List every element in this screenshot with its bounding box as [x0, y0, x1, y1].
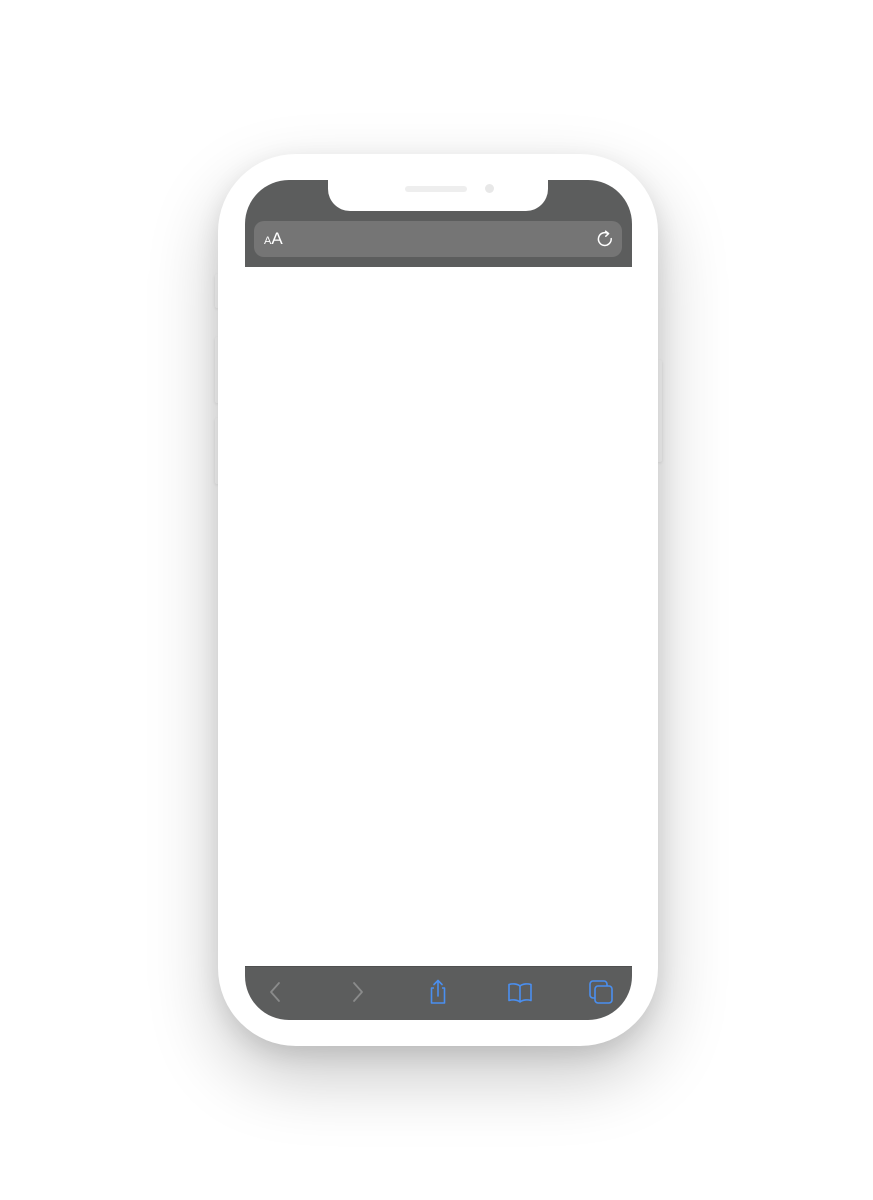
notch [328, 180, 548, 211]
share-icon[interactable] [423, 977, 453, 1007]
reload-icon[interactable] [596, 230, 614, 248]
browser-top-bar: AA [245, 180, 632, 267]
tabs-icon[interactable] [586, 977, 616, 1007]
chevron-right-icon[interactable] [342, 977, 372, 1007]
address-bar[interactable]: AA [254, 221, 622, 257]
web-content[interactable] [245, 267, 632, 966]
text-size-large-label: A [271, 229, 283, 248]
browser-toolbar [245, 966, 632, 1020]
chevron-left-icon[interactable] [261, 977, 291, 1007]
phone-screen: AA [245, 180, 632, 1020]
text-size-button[interactable]: AA [264, 229, 283, 249]
speaker-grille [405, 186, 467, 192]
book-icon[interactable] [505, 977, 535, 1007]
front-camera [485, 184, 494, 193]
stage: AA [0, 0, 873, 1200]
